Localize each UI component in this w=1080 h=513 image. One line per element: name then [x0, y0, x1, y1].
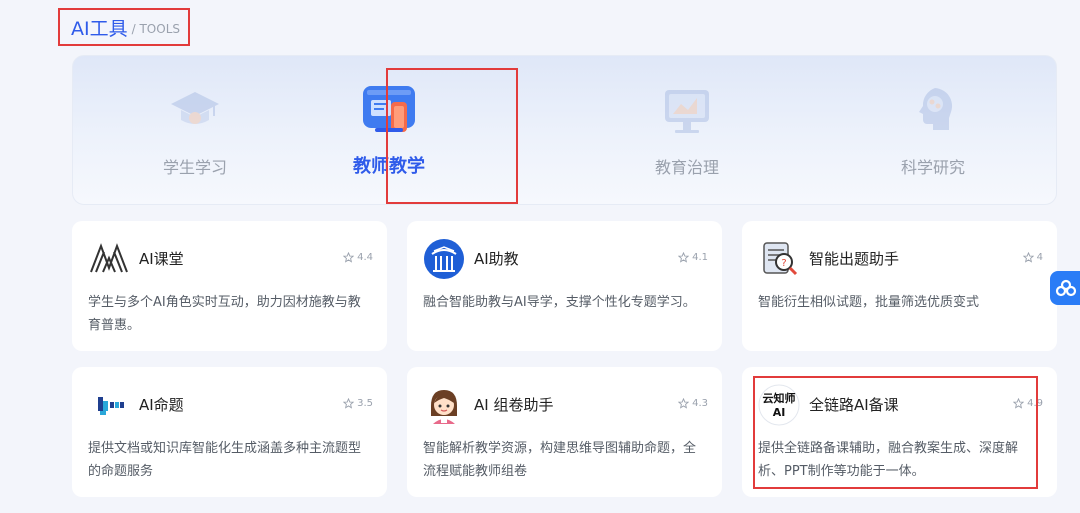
category-tabs: 学生学习 教师教学 教育治理 科学研究 — [72, 55, 1057, 205]
tool-name: AI命题 — [139, 396, 184, 414]
teaching-board-icon — [361, 82, 417, 138]
tool-rating: 3.5 — [343, 398, 373, 409]
tool-description: 学生与多个AI角色实时互动，助力因材施教与教育普惠。 — [88, 295, 361, 333]
graduation-cap-icon — [167, 82, 223, 138]
rating-value: 4.4 — [357, 252, 373, 263]
rating-value: 3.5 — [357, 398, 373, 409]
cloud-app-icon — [1055, 279, 1077, 297]
tool-rating: 4.3 — [678, 398, 708, 409]
tab-label: 科学研究 — [900, 158, 965, 177]
tool-card-ai-proposition[interactable]: AI命题 3.5 提供文档或知识库智能化生成涵盖多种主流题型的命题服务 — [72, 367, 387, 497]
logo-text-bottom: AI — [773, 406, 786, 419]
tool-name: 全链路AI备课 — [809, 396, 899, 414]
tab-student-learning[interactable]: 学生学习 — [95, 56, 295, 206]
rating-value: 4.9 — [1027, 398, 1043, 409]
star-icon — [1013, 398, 1025, 409]
rating-value: 4.1 — [692, 252, 708, 263]
tool-rating: 4.1 — [678, 252, 708, 263]
tool-card-ai-classroom[interactable]: AI课堂 4.4 学生与多个AI角色实时互动，助力因材施教与教育普惠。 — [72, 221, 387, 351]
tab-teacher-teaching[interactable]: 教师教学 — [289, 56, 489, 206]
tool-rating: 4.9 — [1013, 398, 1043, 409]
star-icon — [678, 252, 690, 263]
question-generator-logo: ? — [758, 238, 800, 280]
tool-card-question-generator[interactable]: ? 智能出题助手 4 智能衍生相似试题，批量筛选优质变式 — [742, 221, 1057, 351]
tool-card-exam-assembly[interactable]: AI 组卷助手 4.3 智能解析教学资源，构建思维导图辅助命题，全流程赋能教师组… — [407, 367, 722, 497]
tab-label: 教师教学 — [353, 156, 425, 177]
tool-description: 提供文档或知识库智能化生成涵盖多种主流题型的命题服务 — [88, 441, 362, 479]
yunzhishi-logo: 云知师 AI — [758, 384, 800, 426]
star-icon — [678, 398, 690, 409]
svg-text:?: ? — [781, 258, 786, 269]
floating-app-button[interactable] — [1050, 271, 1080, 305]
tab-label: 教育治理 — [654, 158, 719, 177]
tool-name: AI课堂 — [139, 250, 184, 268]
exam-assembly-avatar — [423, 384, 465, 426]
star-icon — [343, 398, 355, 409]
tool-name: AI 组卷助手 — [474, 396, 554, 414]
monitor-chart-icon — [659, 82, 715, 138]
rating-value: 4 — [1036, 252, 1043, 263]
tool-name: 智能出题助手 — [809, 250, 900, 268]
tool-description: 智能解析教学资源，构建思维导图辅助命题，全流程赋能教师组卷 — [423, 441, 697, 479]
section-title: AI工具 — [71, 17, 128, 40]
tool-card-ai-assistant[interactable]: AI助教 4.1 融合智能助教与AI导学，支撑个性化专题学习。 — [407, 221, 722, 351]
section-heading: AI工具 / TOOLS — [58, 8, 190, 46]
tab-education-governance[interactable]: 教育治理 — [587, 56, 787, 206]
rating-value: 4.3 — [692, 398, 708, 409]
tool-rating: 4 — [1022, 252, 1043, 263]
tab-label: 学生学习 — [162, 158, 227, 177]
tool-description: 融合智能助教与AI导学，支撑个性化专题学习。 — [423, 295, 696, 310]
tab-scientific-research[interactable]: 科学研究 — [833, 56, 1033, 206]
ai-assistant-logo — [423, 238, 465, 280]
star-icon — [1022, 252, 1034, 263]
tool-description: 提供全链路备课辅助，融合教案生成、深度解析、PPT制作等功能于一体。 — [758, 441, 1019, 479]
ai-classroom-logo — [88, 238, 130, 280]
tool-card-full-chain-lesson-prep[interactable]: 云知师 AI 全链路AI备课 4.9 提供全链路备课辅助，融合教案生成、深度解析… — [742, 367, 1057, 497]
ai-tools-page: AI工具 / TOOLS 学生学习 教师教学 教育治理 科学研究 AI课堂 4.… — [0, 0, 1080, 513]
tool-name: AI助教 — [474, 250, 519, 268]
section-subtitle: / TOOLS — [131, 21, 180, 36]
ai-proposition-logo — [88, 384, 130, 426]
brain-head-icon — [905, 82, 961, 138]
star-icon — [343, 252, 355, 263]
logo-text-top: 云知师 — [763, 391, 796, 405]
tool-description: 智能衍生相似试题，批量筛选优质变式 — [758, 295, 980, 310]
tool-rating: 4.4 — [343, 252, 373, 263]
